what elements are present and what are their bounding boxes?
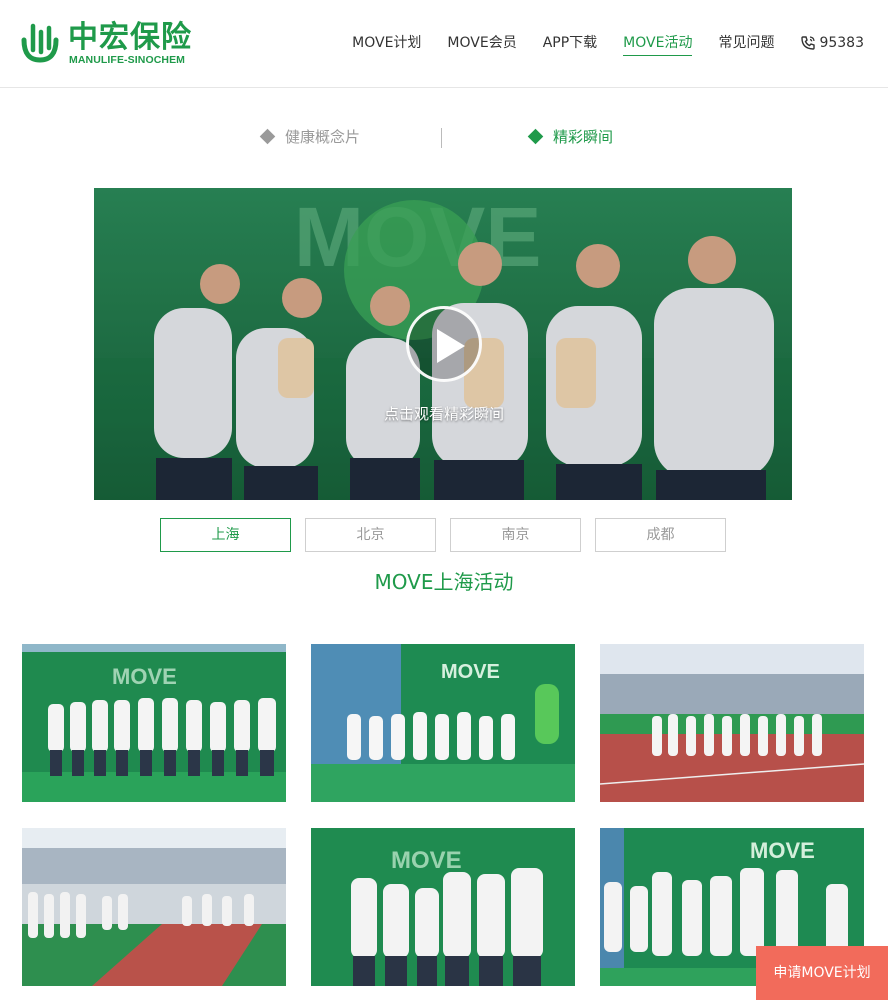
photo-stadium-track-1[interactable] (600, 644, 864, 802)
phone-icon (801, 36, 816, 50)
main-nav: MOVE计划 MOVE会员 APP下载 MOVE活动 常见问题 95383 (326, 30, 864, 56)
city-tab-shanghai[interactable]: 上海 (160, 518, 291, 552)
tab-highlights-label: 精彩瞬间 (553, 128, 614, 146)
city-tab-chengdu[interactable]: 成都 (595, 518, 726, 552)
phone-number: 95383 (819, 35, 864, 51)
photo-image (22, 828, 286, 986)
nav-faq[interactable]: 常见问题 (718, 30, 774, 56)
photo-image (600, 644, 864, 802)
photo-group-backdrop-1[interactable]: MOVE (22, 644, 286, 802)
apply-move-plan-button[interactable]: 申请MOVE计划 (756, 946, 888, 1000)
city-tab-nanjing[interactable]: 南京 (450, 518, 581, 552)
tab-concept-film-label: 健康概念片 (285, 128, 361, 146)
photo-image: MOVE (311, 828, 575, 986)
photo-group-backdrop-2[interactable]: MOVE (311, 644, 575, 802)
svg-text:MOVE: MOVE (441, 661, 500, 683)
logo-chinese-text: 中宏保险 (68, 20, 192, 55)
city-tab-beijing[interactable]: 北京 (305, 518, 436, 552)
tab-divider (441, 128, 442, 148)
logo-english-text: MANULIFE-SINOCHEM (69, 54, 186, 66)
photo-stadium-crowd[interactable] (22, 828, 286, 986)
video-caption: 点击观看精彩瞬间 (383, 405, 504, 423)
photo-image: MOVE (22, 644, 286, 802)
nav-move-plan[interactable]: MOVE计划 (352, 30, 421, 56)
svg-text:MOVE: MOVE (112, 664, 177, 689)
phone-hotline[interactable]: 95383 (800, 30, 864, 56)
diamond-icon (527, 128, 544, 145)
nav-app-download[interactable]: APP下载 (543, 30, 597, 56)
tab-concept-film[interactable]: 健康概念片 (259, 126, 361, 147)
play-icon (437, 329, 465, 363)
nav-move-member[interactable]: MOVE会员 (447, 30, 516, 56)
photo-image: MOVE (311, 644, 575, 802)
photo-group-backdrop-3[interactable]: MOVE (311, 828, 575, 986)
city-tabs: 上海 北京 南京 成都 (160, 518, 730, 552)
site-header: 中宏保险 MANULIFE-SINOCHEM MOVE计划 MOVE会员 APP… (0, 0, 888, 88)
svg-text:MOVE: MOVE (391, 847, 462, 874)
tab-highlights[interactable]: 精彩瞬间 (527, 126, 614, 147)
content-subtabs: 健康概念片 精彩瞬间 (0, 120, 888, 154)
nav-move-events[interactable]: MOVE活动 (623, 30, 693, 56)
play-button[interactable] (406, 306, 482, 382)
logo[interactable]: 中宏保险 MANULIFE-SINOCHEM (20, 20, 200, 68)
logo-mark-icon (21, 23, 59, 63)
section-title: MOVE上海活动 (374, 570, 514, 594)
diamond-icon (259, 128, 276, 145)
svg-text:MOVE: MOVE (750, 838, 815, 863)
